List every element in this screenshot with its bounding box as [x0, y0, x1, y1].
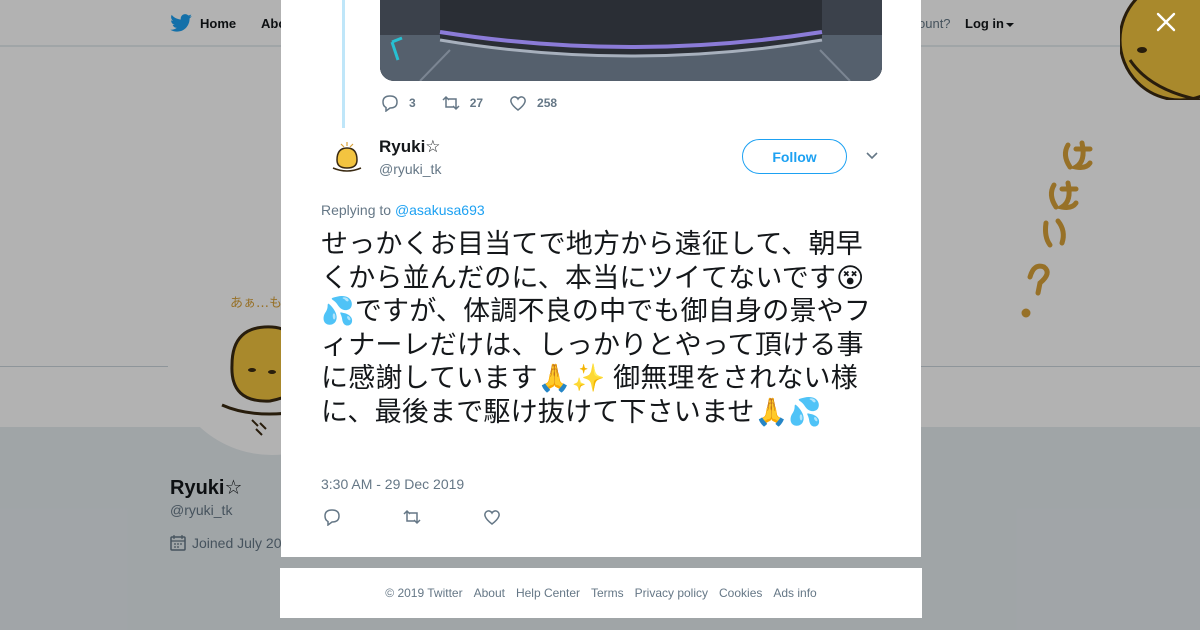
author-avatar-image — [327, 138, 367, 178]
thread-connector-line — [342, 0, 345, 128]
retweet-icon — [442, 95, 460, 111]
parent-retweet-button[interactable]: 27 — [442, 94, 483, 112]
author-handle[interactable]: @ryuki_tk — [379, 161, 441, 177]
like-icon — [510, 96, 526, 111]
footer-terms-link[interactable]: Terms — [591, 586, 624, 600]
footer-copyright[interactable]: © 2019 Twitter — [385, 586, 462, 600]
tweet-timestamp[interactable]: 3:30 AM - 29 Dec 2019 — [321, 476, 464, 492]
footer-privacy-link[interactable]: Privacy policy — [635, 586, 708, 600]
tweet-text: せっかくお目当てで地方から遠征して、朝早くから並んだのに、本当にツイてないです😵… — [321, 229, 872, 427]
tweet-card: 3 27 258 Ryuki☆ @ryuki_tk Follow Replyin… — [281, 0, 921, 557]
replying-to: Replying to @asakusa693 — [321, 202, 485, 218]
footer-links: © 2019 Twitter About Help Center Terms P… — [280, 568, 922, 618]
footer-help-center-link[interactable]: Help Center — [516, 586, 580, 600]
parent-tweet-image — [380, 0, 882, 81]
footer-cookies-link[interactable]: Cookies — [719, 586, 762, 600]
parent-retweet-count: 27 — [469, 96, 484, 110]
replying-to-link[interactable]: @asakusa693 — [395, 202, 485, 218]
parent-tweet-media[interactable] — [380, 0, 882, 81]
parent-like-button[interactable]: 258 — [509, 94, 557, 112]
retweet-icon[interactable] — [403, 508, 421, 526]
like-icon[interactable] — [483, 508, 501, 526]
reply-icon — [382, 95, 398, 112]
author-avatar[interactable] — [327, 138, 367, 178]
tweet-actions — [323, 508, 501, 526]
close-icon — [1156, 12, 1176, 32]
reply-icon[interactable] — [323, 508, 341, 526]
parent-tweet-actions: 3 27 258 — [381, 94, 557, 112]
chevron-down-icon[interactable] — [865, 149, 879, 163]
follow-button[interactable]: Follow — [742, 139, 847, 174]
parent-reply-button[interactable]: 3 — [381, 94, 416, 112]
close-modal-button[interactable] — [1154, 12, 1178, 36]
parent-like-count: 258 — [537, 96, 558, 110]
footer-ads-info-link[interactable]: Ads info — [773, 586, 816, 600]
footer-about-link[interactable]: About — [474, 586, 505, 600]
parent-reply-count: 3 — [409, 96, 416, 110]
replying-prefix: Replying to — [321, 202, 392, 218]
author-name[interactable]: Ryuki☆ — [379, 137, 441, 157]
